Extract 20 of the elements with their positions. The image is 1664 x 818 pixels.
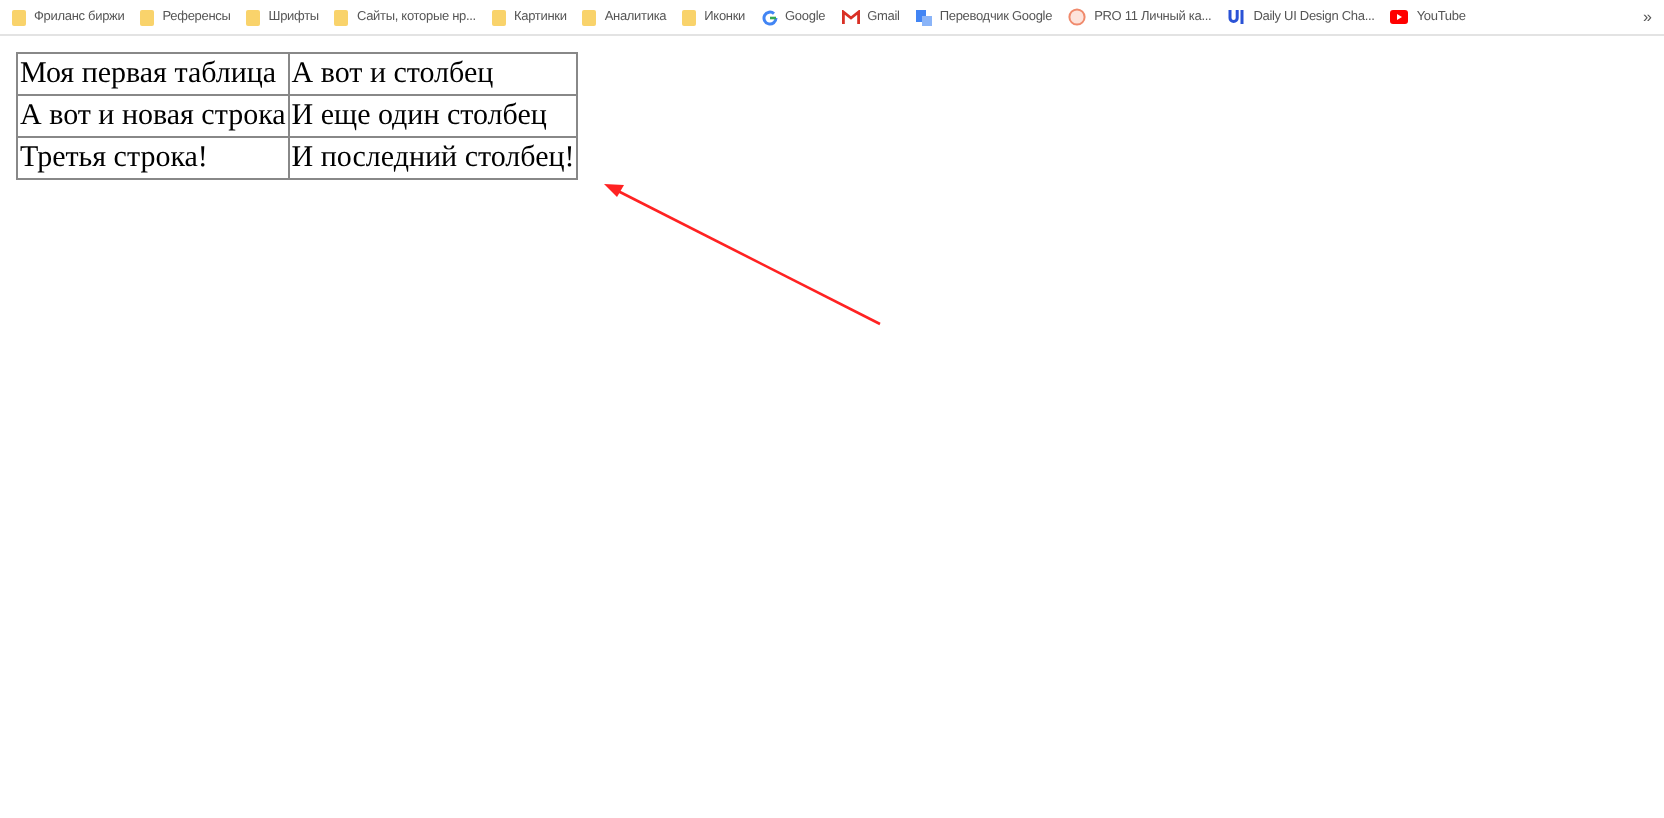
google-icon	[761, 9, 778, 25]
folder-icon	[334, 9, 349, 25]
circle-icon	[1068, 8, 1087, 26]
folder-icon	[682, 9, 697, 25]
table-cell: Моя первая таблица	[17, 53, 289, 95]
table-cell: И последний столбец!	[288, 137, 578, 179]
folder-icon	[246, 9, 261, 25]
translate-icon	[915, 9, 932, 25]
folder-icon	[582, 9, 597, 25]
table-cell: А вот и новая строка	[17, 95, 289, 137]
folder-icon	[12, 9, 26, 25]
mail-icon	[841, 10, 860, 24]
folder-icon	[140, 9, 155, 25]
table-cell: И еще один столбец	[288, 95, 578, 137]
youtube-icon	[1390, 10, 1409, 24]
table-cell: А вот и столбец	[288, 53, 578, 95]
ui-logo-icon	[1227, 10, 1246, 24]
table-cell: Третья строка!	[17, 137, 289, 179]
more-bookmarks-button[interactable]: »	[1643, 8, 1660, 26]
folder-icon	[491, 9, 506, 25]
